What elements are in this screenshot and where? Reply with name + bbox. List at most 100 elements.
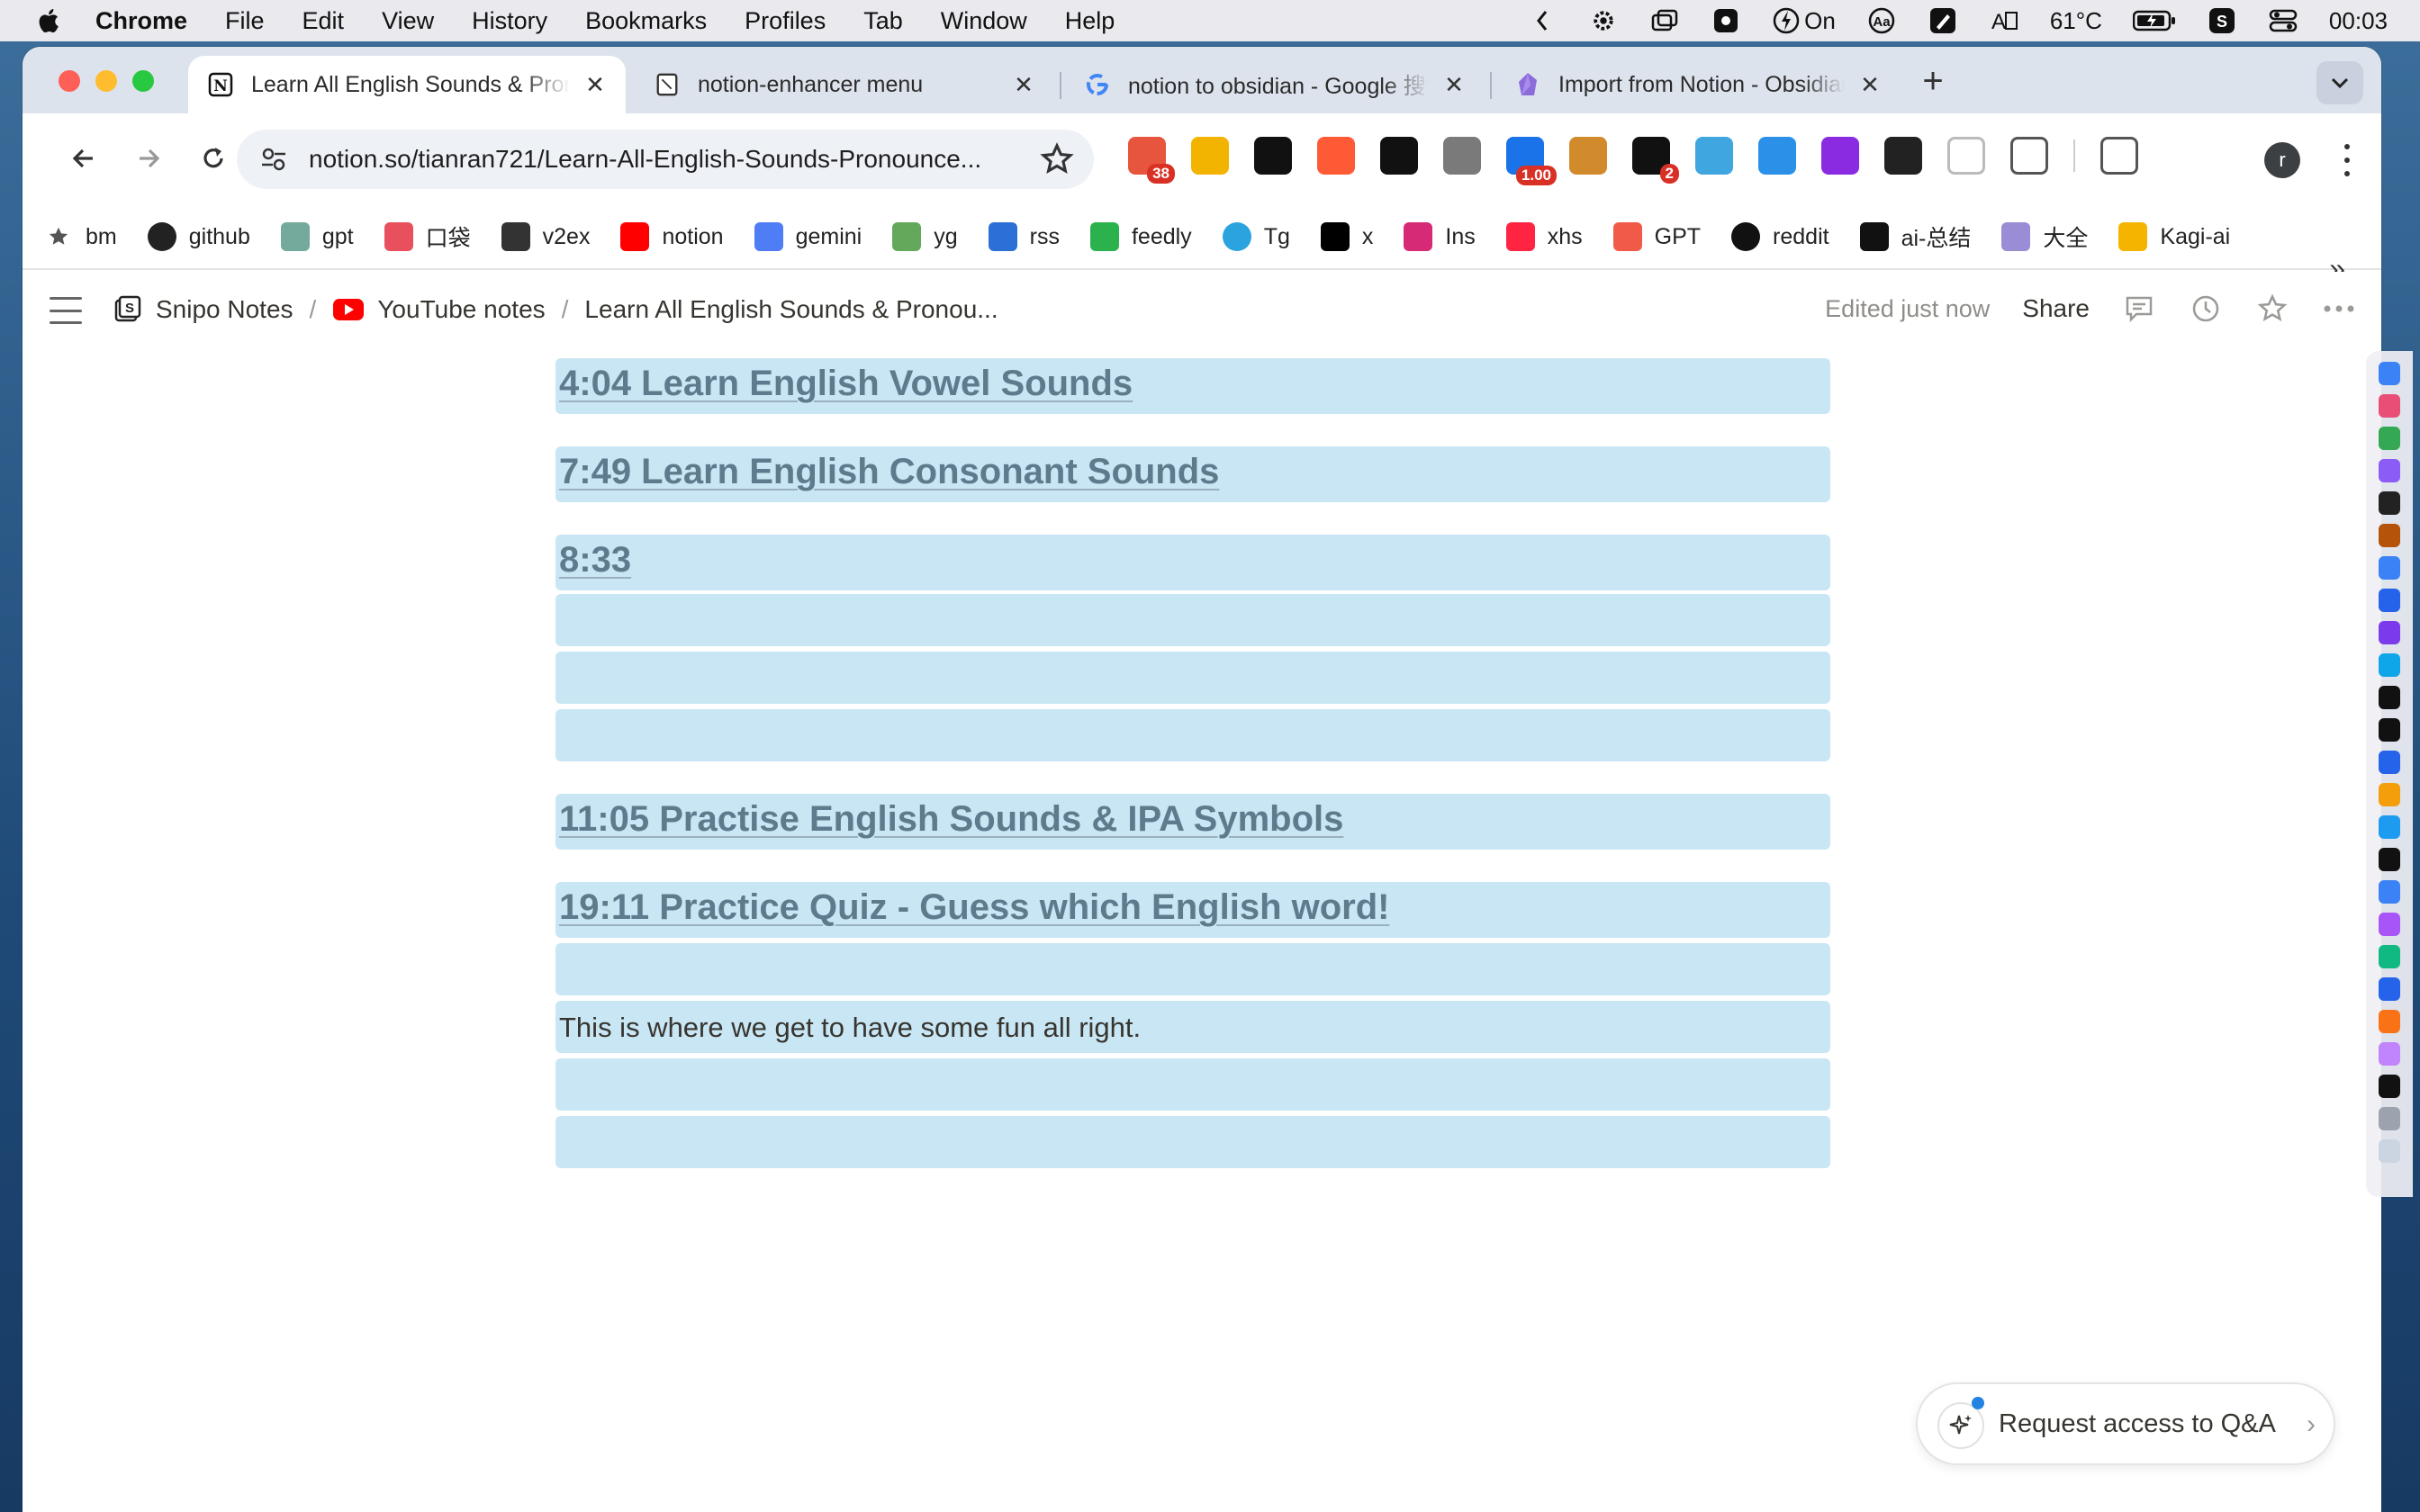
breadcrumb-item-current-page[interactable]: Learn All English Sounds & Pronou... bbox=[584, 295, 998, 324]
dictionary-icon[interactable]: Aa bbox=[1866, 7, 1897, 34]
dock-app-icon[interactable] bbox=[2379, 913, 2400, 936]
minimize-window-button[interactable] bbox=[95, 70, 117, 92]
timestamp-heading[interactable]: 8:33 bbox=[559, 540, 631, 580]
close-icon[interactable]: ✕ bbox=[1441, 71, 1467, 98]
extension-icon[interactable] bbox=[1443, 137, 1481, 175]
tab-obsidian-import[interactable]: Import from Notion - Obsidian ✕ bbox=[1495, 56, 1901, 113]
close-window-button[interactable] bbox=[59, 70, 80, 92]
bookmark-item[interactable]: ai-总结 bbox=[1859, 220, 1971, 253]
heading-block[interactable]: 11:05 Practise English Sounds & IPA Symb… bbox=[555, 794, 1830, 850]
more-options-icon[interactable] bbox=[2322, 292, 2356, 326]
dock-app-icon[interactable] bbox=[2379, 686, 2400, 709]
empty-block[interactable] bbox=[555, 594, 1830, 646]
menu-history[interactable]: History bbox=[472, 7, 547, 35]
tab-search-button[interactable] bbox=[2316, 61, 2363, 104]
dock-app-icon[interactable] bbox=[2379, 1075, 2400, 1098]
empty-block[interactable] bbox=[555, 1116, 1830, 1168]
dock-app-icon[interactable] bbox=[2379, 427, 2400, 450]
empty-block[interactable] bbox=[555, 943, 1830, 995]
bookmark-item[interactable]: GPT bbox=[1612, 222, 1701, 251]
empty-block[interactable] bbox=[555, 709, 1830, 761]
bookmark-item[interactable]: gemini bbox=[754, 222, 862, 251]
close-icon[interactable]: ✕ bbox=[1857, 71, 1883, 98]
dock-app-icon[interactable] bbox=[2379, 815, 2400, 839]
bookmark-item[interactable]: 大全 bbox=[2001, 220, 2088, 253]
profile-avatar[interactable]: r bbox=[2264, 142, 2300, 178]
dock-app-icon[interactable] bbox=[2379, 524, 2400, 547]
pen-icon[interactable] bbox=[1928, 7, 1958, 34]
heading-block[interactable]: 4:04 Learn English Vowel Sounds bbox=[555, 358, 1830, 414]
extension-icon[interactable] bbox=[2100, 137, 2138, 175]
extension-icon[interactable] bbox=[1947, 137, 1985, 175]
window-stack-icon[interactable] bbox=[1649, 7, 1680, 34]
dock-app-icon[interactable] bbox=[2379, 977, 2400, 1001]
bookmark-item[interactable]: Ins bbox=[1404, 222, 1476, 251]
extension-icon[interactable] bbox=[1380, 137, 1418, 175]
apple-icon[interactable] bbox=[34, 5, 65, 36]
bookmark-item[interactable]: Tg bbox=[1222, 222, 1290, 251]
gear-icon[interactable] bbox=[1588, 7, 1619, 34]
temperature-readout[interactable]: 61°C bbox=[2050, 7, 2102, 35]
extension-icon[interactable]: 38 bbox=[1128, 137, 1175, 184]
history-icon[interactable] bbox=[2189, 292, 2223, 326]
share-button[interactable]: Share bbox=[2022, 294, 2090, 323]
heading-block[interactable]: 7:49 Learn English Consonant Sounds bbox=[555, 446, 1830, 502]
extension-icon[interactable] bbox=[1569, 137, 1607, 175]
chevron-left-icon[interactable] bbox=[1527, 7, 1558, 34]
tab-google-search[interactable]: notion to obsidian - Google 搜索 ✕ bbox=[1065, 56, 1485, 113]
empty-block[interactable] bbox=[555, 652, 1830, 704]
battery-icon[interactable] bbox=[2132, 7, 2176, 34]
timestamp-heading[interactable]: 11:05 Practise English Sounds & IPA Symb… bbox=[559, 799, 1343, 840]
extension-icon[interactable] bbox=[1884, 137, 1922, 175]
comment-icon[interactable] bbox=[2122, 292, 2156, 326]
timestamp-heading[interactable]: 4:04 Learn English Vowel Sounds bbox=[559, 364, 1133, 404]
extension-icon[interactable] bbox=[1254, 137, 1292, 175]
menu-bookmarks[interactable]: Bookmarks bbox=[585, 7, 707, 35]
favorite-star-icon[interactable] bbox=[2255, 292, 2289, 326]
empty-block[interactable] bbox=[555, 1058, 1830, 1111]
dock-app-icon[interactable] bbox=[2379, 589, 2400, 612]
menu-file[interactable]: File bbox=[225, 7, 265, 35]
timestamp-heading[interactable]: 7:49 Learn English Consonant Sounds bbox=[559, 452, 1219, 492]
site-info-icon[interactable] bbox=[258, 144, 289, 175]
clock[interactable]: 00:03 bbox=[2329, 7, 2388, 35]
dock-app-icon[interactable] bbox=[2379, 751, 2400, 774]
control-center-icon[interactable] bbox=[2268, 7, 2298, 34]
dock-app-icon[interactable] bbox=[2379, 621, 2400, 644]
dock-app-icon[interactable] bbox=[2379, 848, 2400, 871]
dock-app-icon[interactable] bbox=[2379, 783, 2400, 806]
dock-app-icon[interactable] bbox=[2379, 394, 2400, 418]
close-icon[interactable]: ✕ bbox=[1011, 71, 1036, 98]
extension-icon[interactable] bbox=[1191, 137, 1229, 175]
dock-app-icon[interactable] bbox=[2379, 1139, 2400, 1163]
fan-icon[interactable] bbox=[1711, 7, 1741, 34]
extension-icon[interactable] bbox=[1695, 137, 1733, 175]
bookmark-item[interactable]: gpt bbox=[280, 222, 354, 251]
extension-icon[interactable]: 2 bbox=[1632, 137, 1679, 184]
dock-app-icon[interactable] bbox=[2379, 718, 2400, 742]
back-button[interactable] bbox=[60, 135, 107, 182]
bookmark-item[interactable]: reddit bbox=[1731, 222, 1829, 251]
sync-app-icon[interactable]: S bbox=[2207, 7, 2237, 34]
request-qa-button[interactable]: Request access to Q&A › bbox=[1916, 1382, 2335, 1465]
bookmark-item[interactable]: github bbox=[147, 222, 250, 251]
bookmark-item[interactable]: feedly bbox=[1089, 222, 1192, 251]
bookmark-item[interactable]: notion bbox=[620, 222, 724, 251]
paragraph-block[interactable]: This is where we get to have some fun al… bbox=[555, 1001, 1830, 1053]
dock-app-icon[interactable] bbox=[2379, 491, 2400, 515]
bookmark-item[interactable]: xhs bbox=[1505, 222, 1583, 251]
bookmark-item[interactable]: rss bbox=[988, 222, 1060, 251]
bookmark-item[interactable]: 口袋 bbox=[384, 220, 471, 253]
menu-profiles[interactable]: Profiles bbox=[745, 7, 826, 35]
breadcrumb-item-youtube-notes[interactable]: YouTube notes bbox=[332, 293, 546, 326]
timestamp-heading[interactable]: 19:11 Practice Quiz - Guess which Englis… bbox=[559, 887, 1389, 928]
menu-app-name[interactable]: Chrome bbox=[95, 7, 187, 35]
dock-app-icon[interactable] bbox=[2379, 880, 2400, 904]
menu-window[interactable]: Window bbox=[941, 7, 1027, 35]
bookmark-star-icon[interactable] bbox=[1040, 142, 1074, 176]
dock-app-icon[interactable] bbox=[2379, 362, 2400, 385]
sidebar-toggle-icon[interactable] bbox=[50, 297, 82, 324]
heading-block[interactable]: 19:11 Practice Quiz - Guess which Englis… bbox=[555, 882, 1830, 938]
zoom-window-button[interactable] bbox=[132, 70, 154, 92]
menu-help[interactable]: Help bbox=[1065, 7, 1115, 35]
